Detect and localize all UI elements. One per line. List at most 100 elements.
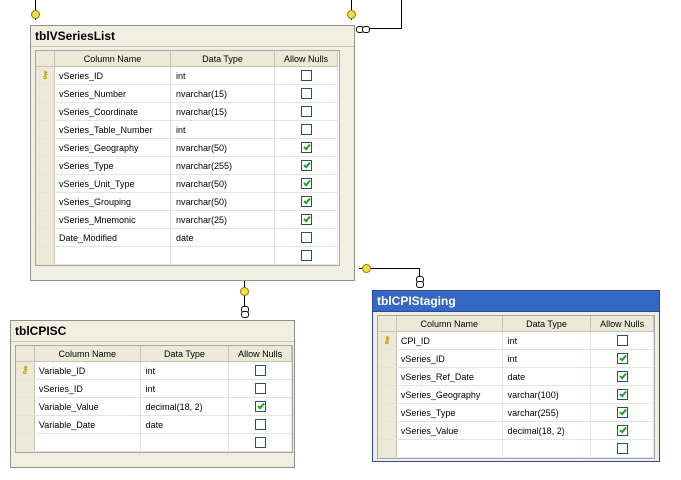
data-type-cell[interactable]: nvarchar(50) (170, 138, 275, 157)
allow-nulls-checkbox[interactable] (300, 214, 312, 226)
row-selector[interactable] (36, 210, 55, 229)
data-type-cell[interactable]: nvarchar(255) (170, 156, 275, 175)
column-name-cell[interactable]: vSeries_Geography (396, 385, 503, 404)
column-name-cell[interactable]: vSeries_Table_Number (54, 120, 171, 139)
row-selector[interactable] (378, 403, 397, 422)
data-type-cell[interactable] (170, 246, 275, 265)
data-type-cell[interactable]: varchar(255) (502, 403, 592, 422)
table-title[interactable]: tblCPISC (11, 321, 294, 342)
table-row[interactable]: Variable_Date date (16, 415, 292, 434)
table-row[interactable]: vSeries_Coordinate nvarchar(15) (36, 102, 338, 121)
data-type-cell[interactable]: date (140, 415, 230, 434)
allow-nulls-checkbox[interactable] (254, 383, 266, 395)
table-vseries-list[interactable]: tblVSeriesList Column Name Data Type All… (30, 25, 355, 281)
data-type-cell[interactable] (502, 439, 592, 458)
column-name-cell[interactable]: vSeries_Number (54, 84, 171, 103)
row-selector[interactable] (36, 102, 55, 121)
column-name-cell[interactable]: vSeries_Coordinate (54, 102, 171, 121)
table-row[interactable]: ⚷ Variable_ID int (16, 361, 292, 380)
table-row[interactable]: Date_Modified date (36, 228, 338, 247)
column-name-cell[interactable]: vSeries_ID (34, 379, 141, 398)
data-type-cell[interactable]: decimal(18, 2) (140, 397, 230, 416)
table-cpi-staging[interactable]: tblCPIStaging Column Name Data Type Allo… (372, 290, 660, 462)
table-row[interactable]: vSeries_Mnemonic nvarchar(25) (36, 210, 338, 229)
allow-nulls-checkbox[interactable] (300, 160, 312, 172)
data-type-cell[interactable]: nvarchar(50) (170, 174, 275, 193)
column-name-cell[interactable]: vSeries_ID (396, 349, 503, 368)
allow-nulls-checkbox[interactable] (254, 401, 266, 413)
data-type-cell[interactable]: nvarchar(15) (170, 84, 275, 103)
column-name-cell[interactable] (54, 246, 171, 265)
allow-nulls-checkbox[interactable] (254, 419, 266, 431)
data-type-cell[interactable]: int (502, 331, 592, 350)
column-name-cell[interactable]: vSeries_Mnemonic (54, 210, 171, 229)
table-row[interactable]: vSeries_Value decimal(18, 2) (378, 421, 654, 440)
column-name-cell[interactable]: vSeries_Type (396, 403, 503, 422)
allow-nulls-checkbox[interactable] (300, 142, 312, 154)
column-name-cell[interactable]: vSeries_Grouping (54, 192, 171, 211)
row-selector[interactable]: ⚷ (16, 361, 35, 380)
table-row[interactable]: vSeries_Geography varchar(100) (378, 385, 654, 404)
table-row[interactable]: vSeries_Number nvarchar(15) (36, 84, 338, 103)
column-name-cell[interactable]: vSeries_Geography (54, 138, 171, 157)
row-selector[interactable] (16, 397, 35, 416)
row-selector[interactable]: ⚷ (36, 66, 55, 85)
data-type-cell[interactable]: int (170, 66, 275, 85)
table-row[interactable]: vSeries_Ref_Date date (378, 367, 654, 386)
column-name-cell[interactable]: CPI_ID (396, 331, 503, 350)
allow-nulls-checkbox[interactable] (616, 389, 628, 401)
allow-nulls-checkbox[interactable] (300, 124, 312, 136)
allow-nulls-checkbox[interactable] (254, 437, 266, 449)
allow-nulls-checkbox[interactable] (300, 178, 312, 190)
row-selector[interactable] (16, 433, 35, 452)
data-type-cell[interactable]: int (170, 120, 275, 139)
column-name-cell[interactable] (34, 433, 141, 452)
row-selector[interactable] (36, 84, 55, 103)
allow-nulls-checkbox[interactable] (616, 371, 628, 383)
column-name-cell[interactable]: Date_Modified (54, 228, 171, 247)
table-row[interactable]: vSeries_Type nvarchar(255) (36, 156, 338, 175)
row-selector[interactable] (378, 385, 397, 404)
row-selector[interactable] (16, 379, 35, 398)
row-selector[interactable] (378, 439, 397, 458)
data-type-cell[interactable]: nvarchar(50) (170, 192, 275, 211)
column-name-cell[interactable]: vSeries_Unit_Type (54, 174, 171, 193)
table-title[interactable]: tblCPIStaging (373, 291, 659, 312)
table-cpisc[interactable]: tblCPISC Column Name Data Type Allow Nul… (10, 320, 295, 468)
data-type-cell[interactable]: nvarchar(25) (170, 210, 275, 229)
row-selector[interactable] (36, 138, 55, 157)
allow-nulls-checkbox[interactable] (254, 365, 266, 377)
data-type-cell[interactable]: nvarchar(15) (170, 102, 275, 121)
row-selector[interactable]: ⚷ (378, 331, 397, 350)
column-name-cell[interactable] (396, 439, 503, 458)
table-row[interactable] (36, 246, 338, 265)
row-selector[interactable] (36, 120, 55, 139)
column-name-cell[interactable]: vSeries_Ref_Date (396, 367, 503, 386)
row-selector[interactable] (36, 246, 55, 265)
table-row[interactable]: vSeries_ID int (16, 379, 292, 398)
data-type-cell[interactable]: varchar(100) (502, 385, 592, 404)
allow-nulls-checkbox[interactable] (616, 443, 628, 455)
allow-nulls-checkbox[interactable] (616, 425, 628, 437)
data-type-cell[interactable]: int (140, 379, 230, 398)
allow-nulls-checkbox[interactable] (616, 353, 628, 365)
allow-nulls-checkbox[interactable] (300, 88, 312, 100)
row-selector[interactable] (378, 349, 397, 368)
table-row[interactable]: vSeries_Unit_Type nvarchar(50) (36, 174, 338, 193)
table-row[interactable]: vSeries_ID int (378, 349, 654, 368)
table-row[interactable]: vSeries_Table_Number int (36, 120, 338, 139)
table-row[interactable]: vSeries_Type varchar(255) (378, 403, 654, 422)
data-type-cell[interactable]: int (502, 349, 592, 368)
table-row[interactable]: vSeries_Geography nvarchar(50) (36, 138, 338, 157)
row-selector[interactable] (36, 174, 55, 193)
data-type-cell[interactable]: date (170, 228, 275, 247)
row-selector[interactable] (36, 192, 55, 211)
allow-nulls-checkbox[interactable] (300, 250, 312, 262)
column-name-cell[interactable]: Variable_Date (34, 415, 141, 434)
row-selector[interactable] (378, 367, 397, 386)
table-row[interactable] (378, 439, 654, 458)
table-row[interactable]: vSeries_Grouping nvarchar(50) (36, 192, 338, 211)
data-type-cell[interactable]: decimal(18, 2) (502, 421, 592, 440)
data-type-cell[interactable]: date (502, 367, 592, 386)
table-row[interactable]: Variable_Value decimal(18, 2) (16, 397, 292, 416)
